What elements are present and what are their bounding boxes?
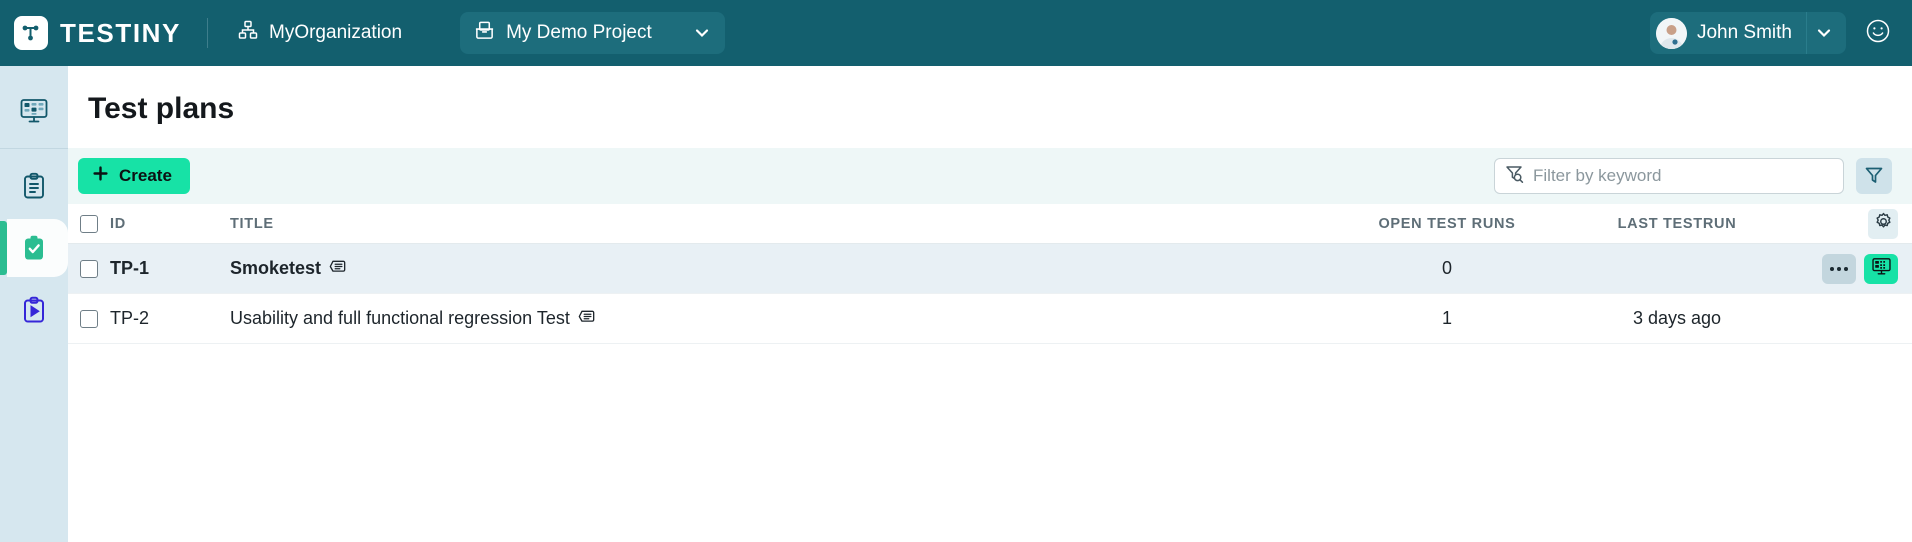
chevron-down-icon[interactable]: [1806, 12, 1840, 54]
row-id: TP-1: [110, 258, 150, 278]
row-id: TP-2: [110, 308, 150, 328]
user-menu[interactable]: John Smith: [1649, 12, 1846, 54]
sidebar: [0, 66, 68, 542]
filter-input-wrapper[interactable]: [1494, 158, 1844, 194]
description-icon[interactable]: [329, 258, 346, 280]
gear-icon: [1874, 212, 1893, 236]
app-logo[interactable]: TESTINY: [14, 16, 181, 50]
dashboard-monitor-icon: [19, 96, 49, 126]
row-title-cell: Smoketest: [230, 258, 1332, 280]
project-box-icon: [474, 20, 495, 47]
ellipsis-icon: [1830, 266, 1848, 271]
table-toolbar: Create: [68, 148, 1912, 204]
chevron-down-icon[interactable]: [693, 24, 711, 42]
sidebar-item-dashboard[interactable]: [0, 80, 68, 142]
create-button[interactable]: Create: [78, 158, 190, 194]
filter-search-icon: [1505, 164, 1524, 188]
smiley-face-icon: [1865, 18, 1891, 49]
description-icon[interactable]: [578, 308, 595, 330]
row-more-menu-button[interactable]: [1822, 253, 1856, 284]
row-checkbox[interactable]: [80, 259, 98, 278]
row-open-board-button[interactable]: [1864, 253, 1898, 284]
table-row[interactable]: TP-2 Usability and full functional regre…: [68, 294, 1912, 344]
select-all-checkbox[interactable]: [80, 214, 98, 233]
sidebar-divider: [0, 148, 68, 149]
row-checkbox[interactable]: [80, 309, 98, 328]
column-header-open-test-runs[interactable]: OPEN TEST RUNS: [1332, 216, 1562, 232]
testiny-logo-icon: [14, 16, 48, 50]
sidebar-item-test-cases[interactable]: [0, 155, 68, 217]
organization-hierarchy-icon: [238, 20, 258, 46]
row-last-testrun: 3 days ago: [1632, 308, 1722, 328]
project-name: My Demo Project: [506, 22, 652, 43]
organization-selector[interactable]: MyOrganization: [230, 14, 410, 52]
top-navigation-bar: TESTINY MyOrganization My Demo Project J…: [0, 0, 1912, 66]
sidebar-item-test-plans[interactable]: [0, 217, 68, 279]
column-header-title[interactable]: TITLE: [230, 216, 1332, 232]
row-open-test-runs: 0: [1441, 258, 1452, 278]
page-title: Test plans: [88, 92, 235, 125]
filter-icon: [1864, 165, 1884, 188]
filter-button[interactable]: [1856, 158, 1892, 194]
plus-icon: [92, 165, 109, 187]
row-open-test-runs: 1: [1441, 308, 1452, 328]
search-input[interactable]: [1533, 166, 1833, 186]
row-actions: [1792, 253, 1912, 284]
test-plans-table: ID TITLE OPEN TEST RUNS LAST TESTRUN TP-…: [68, 204, 1912, 344]
content-card: Test plans Create Filter by keyword ID T…: [68, 66, 1912, 542]
create-button-label: Create: [119, 166, 172, 185]
row-select-cell: [68, 309, 110, 328]
avatar: [1655, 17, 1687, 49]
select-all-cell: [68, 214, 110, 233]
table-row[interactable]: TP-1 Smoketest 0: [68, 244, 1912, 294]
app-logo-text: TESTINY: [60, 17, 181, 48]
project-selector[interactable]: My Demo Project: [460, 12, 725, 54]
clipboard-lines-icon: [20, 172, 48, 200]
user-name: John Smith: [1696, 22, 1792, 43]
clipboard-play-icon: [20, 296, 48, 324]
table-settings-button[interactable]: [1868, 208, 1898, 239]
row-title-cell: Usability and full functional regression…: [230, 308, 1332, 330]
row-select-cell: [68, 259, 110, 278]
column-header-last-testrun[interactable]: LAST TESTRUN: [1562, 216, 1792, 232]
row-title[interactable]: Smoketest: [230, 258, 321, 279]
clipboard-check-icon: [20, 234, 48, 262]
table-header-row: ID TITLE OPEN TEST RUNS LAST TESTRUN: [68, 204, 1912, 244]
sidebar-item-test-runs[interactable]: [0, 279, 68, 341]
row-title[interactable]: Usability and full functional regression…: [230, 308, 570, 329]
table-settings-cell: [1792, 208, 1912, 239]
help-feedback-button[interactable]: [1858, 13, 1898, 53]
dashboard-monitor-icon: [1871, 256, 1892, 282]
column-header-id[interactable]: ID: [110, 216, 230, 232]
organization-name: MyOrganization: [269, 22, 403, 43]
topbar-divider: [207, 18, 208, 48]
